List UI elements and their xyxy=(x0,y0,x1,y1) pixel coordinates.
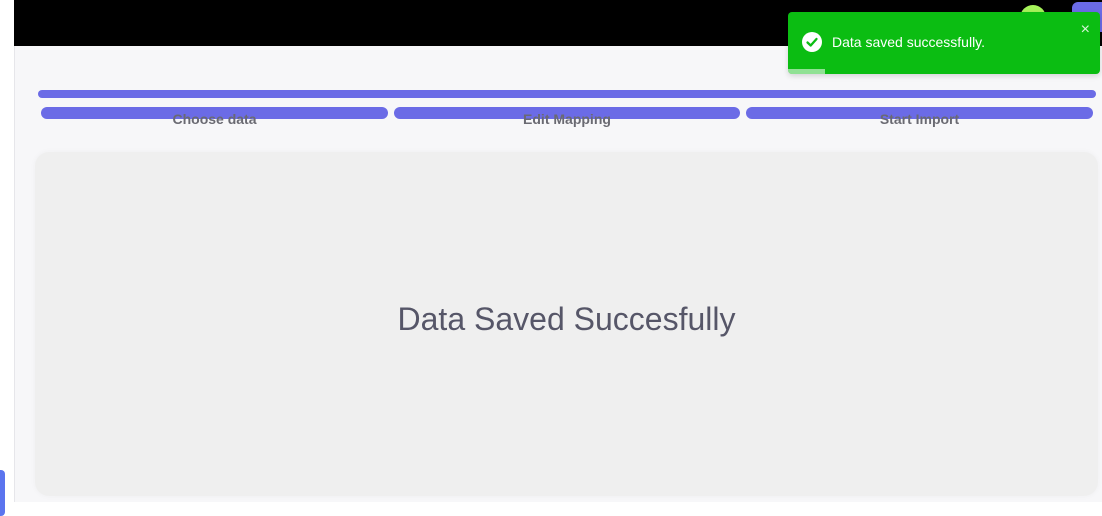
sidebar-toggle-tab[interactable] xyxy=(0,470,5,516)
success-message: Data Saved Succesfully xyxy=(397,301,736,337)
import-progress-bar xyxy=(38,90,1096,98)
sidebar-edge xyxy=(0,46,14,516)
toast-timer-bar xyxy=(788,69,826,74)
check-circle-icon xyxy=(802,32,822,52)
toast-message: Data saved successfully. xyxy=(832,34,986,50)
step-edit-mapping-label: Edit Mapping xyxy=(523,111,611,127)
step-start-import-label: Start Import xyxy=(879,111,960,127)
success-toast: Data saved successfully. × xyxy=(788,12,1100,74)
step-choose-data-label: Choose data xyxy=(172,111,257,127)
close-icon[interactable]: × xyxy=(1081,22,1090,38)
